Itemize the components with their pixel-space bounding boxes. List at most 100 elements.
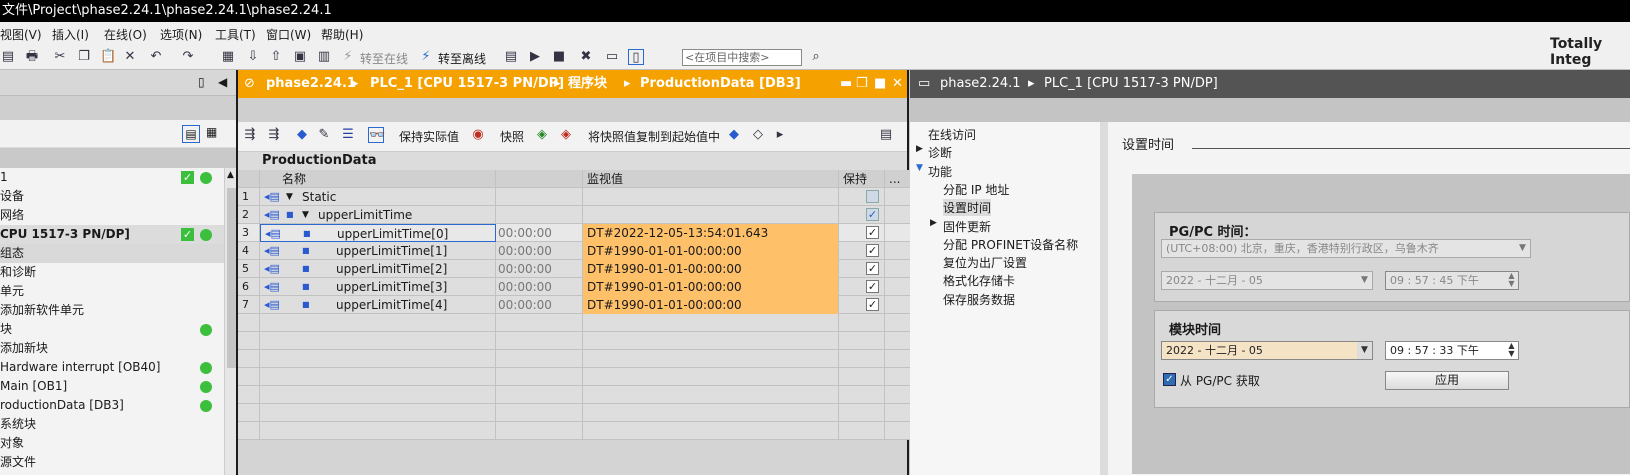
name-cell[interactable]: ◂▤ ■ upperLimitTime[4] — [260, 296, 496, 314]
simulation-icon[interactable]: ▣ — [292, 49, 308, 65]
tree-item[interactable]: Main [OB1] — [0, 377, 240, 396]
more-toolbar-icon[interactable]: ▸ — [772, 127, 788, 143]
accessible-devices-icon[interactable]: ▤ — [503, 49, 519, 65]
name-cell[interactable]: ◂▤ ■ upperLimitTime[1] — [260, 242, 496, 260]
split-horizontal-icon[interactable]: ▭ — [604, 49, 620, 65]
table-row[interactable]: 2 ◂▤ ▼ ■ upperLimitTime ✓ — [238, 206, 911, 224]
nav-scrollbar[interactable] — [1100, 122, 1108, 475]
expand-icon[interactable]: ▶ — [916, 144, 923, 154]
apply-button[interactable]: 应用 — [1385, 371, 1509, 390]
go-online-icon[interactable]: ⚡ — [340, 49, 356, 65]
cross-reference-icon[interactable]: ✖ — [578, 49, 594, 65]
tree-item[interactable]: 设备 — [0, 187, 240, 206]
go-offline-button[interactable]: 转至离线 — [438, 50, 486, 67]
tree-view-icon[interactable]: ▤ — [182, 125, 200, 143]
tree-item[interactable]: 网络 — [0, 206, 240, 225]
retain-checkbox[interactable]: ✓ — [866, 226, 879, 239]
expand-icon[interactable]: ▼ — [286, 188, 293, 206]
sync-from-pgpc-checkbox[interactable]: ✓ — [1163, 373, 1176, 386]
list-icon[interactable]: ☰ — [340, 127, 356, 143]
pin-icon[interactable]: ⊘ — [244, 70, 255, 98]
retain-cell[interactable]: ✓ — [839, 260, 885, 278]
editor-breadcrumb-db[interactable]: ProductionData [DB3] — [640, 70, 801, 98]
menu-insert[interactable]: 插入(I) — [52, 26, 89, 43]
table-row[interactable]: 6 ◂▤ ■ upperLimitTime[3] 00:00:00 DT#1990-01-… — [238, 278, 911, 296]
col-retain[interactable]: 保持 — [839, 170, 885, 188]
name-cell[interactable]: ◂▤ ▼ Static — [260, 188, 496, 206]
retain-checkbox[interactable]: ✓ — [866, 280, 879, 293]
retain-cell[interactable] — [839, 188, 885, 206]
name-cell[interactable]: ◂▤ ■ upperLimitTime[3] — [260, 278, 496, 296]
nav-item[interactable]: 分配 PROFINET设备名称 — [943, 236, 1078, 253]
name-cell[interactable]: ◂▤ ■ upperLimitTime[0] — [260, 224, 496, 242]
keep-actual-values-button[interactable]: 保持实际值 — [399, 128, 459, 145]
print-icon[interactable]: 🖶 — [24, 49, 40, 65]
paste-icon[interactable]: 📋 — [100, 49, 116, 65]
snapshot-load-icon[interactable]: ◈ — [534, 127, 550, 143]
tree-item[interactable]: 系统块 — [0, 415, 240, 434]
pgpc-date-field[interactable]: 2022 - 十二月 - 05 — [1161, 271, 1373, 290]
pgpc-time-field[interactable]: 09 : 57 : 45 下午 — [1385, 271, 1519, 290]
copy-icon[interactable]: ❐ — [76, 49, 92, 65]
go-online-button[interactable]: 转至在线 — [360, 50, 408, 67]
search-icon[interactable]: ⌕ — [808, 49, 824, 65]
retain-cell[interactable]: ✓ — [839, 296, 885, 314]
monitor-value-cell[interactable]: DT#1990-01-01-00:00:00 — [583, 296, 839, 314]
retain-checkbox[interactable]: ✓ — [866, 208, 879, 221]
table-row[interactable]: 5 ◂▤ ■ upperLimitTime[2] 00:00:00 DT#1990-01-… — [238, 260, 911, 278]
project-search-input[interactable]: <在项目中搜索> — [682, 49, 802, 66]
new-project-icon[interactable]: ▤ — [0, 49, 16, 65]
menu-window[interactable]: 窗口(W) — [266, 26, 311, 43]
edit-icon[interactable]: ✎ — [316, 127, 332, 143]
monitor-all-icon[interactable]: 👓 — [368, 127, 385, 143]
monitor-value-cell[interactable]: DT#1990-01-01-00:00:00 — [583, 278, 839, 296]
nav-item[interactable]: 分配 IP 地址 — [943, 181, 1009, 198]
col-name[interactable]: 名称 — [260, 170, 496, 188]
stop-cpu-icon[interactable]: ■ — [551, 49, 567, 65]
nav-item[interactable]: 在线访问 — [928, 126, 976, 143]
tree-item[interactable]: 添加新软件单元 — [0, 301, 240, 320]
retain-checkbox[interactable]: ✓ — [866, 244, 879, 257]
retain-cell[interactable]: ✓ — [839, 224, 885, 242]
upload-icon[interactable]: ⇧ — [268, 49, 284, 65]
close-editor-icon[interactable]: ✕ — [892, 70, 903, 98]
nav-item[interactable]: 诊断 — [928, 144, 952, 161]
module-time-field[interactable]: 09 : 57 : 33 下午 — [1385, 341, 1519, 360]
nav-item[interactable]: 复位为出厂设置 — [943, 254, 1027, 271]
start-value-cell[interactable] — [496, 188, 583, 206]
collapse-icon[interactable]: ▼ — [916, 163, 923, 173]
copy-snapshot-button[interactable]: 将快照值复制到起始值中 — [588, 128, 720, 145]
menu-tools[interactable]: 工具(T) — [215, 26, 256, 43]
pane-pin-icon[interactable]: ▯ — [198, 75, 205, 89]
monitor-value-cell[interactable]: DT#1990-01-01-00:00:00 — [583, 260, 839, 278]
minimize-icon[interactable]: ▬ — [840, 70, 852, 98]
snapshot-button[interactable]: 快照 — [500, 128, 524, 145]
col-monitor[interactable]: 监视值 — [583, 170, 839, 188]
settings-icon[interactable]: ▤ — [878, 127, 894, 143]
pgpc-date-dropdown-icon[interactable]: ▼ — [1357, 272, 1372, 289]
tree-item[interactable]: roductionData [DB3] — [0, 396, 240, 415]
expand-icon[interactable]: ▼ — [302, 206, 309, 224]
restore-icon[interactable]: ❐ — [856, 70, 868, 98]
expand-icon[interactable]: ▶ — [930, 218, 937, 228]
add-row-icon[interactable]: ⇶ — [266, 127, 282, 143]
overview-icon[interactable]: ▦ — [206, 125, 217, 139]
module-date-field[interactable]: 2022 - 十二月 - 05 — [1161, 341, 1373, 360]
tree-item[interactable]: 1 ✓ — [0, 168, 240, 187]
module-time-spinner-icon[interactable]: ▲ ▼ — [1505, 342, 1518, 359]
snapshot-save-icon[interactable]: ◈ — [558, 127, 574, 143]
retain-cell[interactable]: ✓ — [839, 242, 885, 260]
retain-checkbox[interactable]: ✓ — [866, 298, 879, 311]
col-start[interactable] — [496, 170, 583, 188]
nav-item[interactable]: 设置时间 — [943, 199, 992, 217]
editor-breadcrumb-blocks[interactable]: 程序块 — [568, 70, 607, 98]
retain-cell[interactable]: ✓ — [839, 278, 885, 296]
load-start-icon[interactable]: ◆ — [726, 127, 742, 143]
nav-item[interactable]: 格式化存储卡 — [943, 272, 1015, 289]
start-value-cell[interactable] — [496, 206, 583, 224]
tree-item[interactable]: 块 — [0, 320, 240, 339]
monitor-value-cell[interactable] — [583, 206, 839, 224]
start-value-cell[interactable]: 00:00:00 — [496, 296, 583, 314]
menu-view[interactable]: 视图(V) — [0, 26, 42, 43]
name-cell[interactable]: ◂▤ ▼ ■ upperLimitTime — [260, 206, 496, 224]
